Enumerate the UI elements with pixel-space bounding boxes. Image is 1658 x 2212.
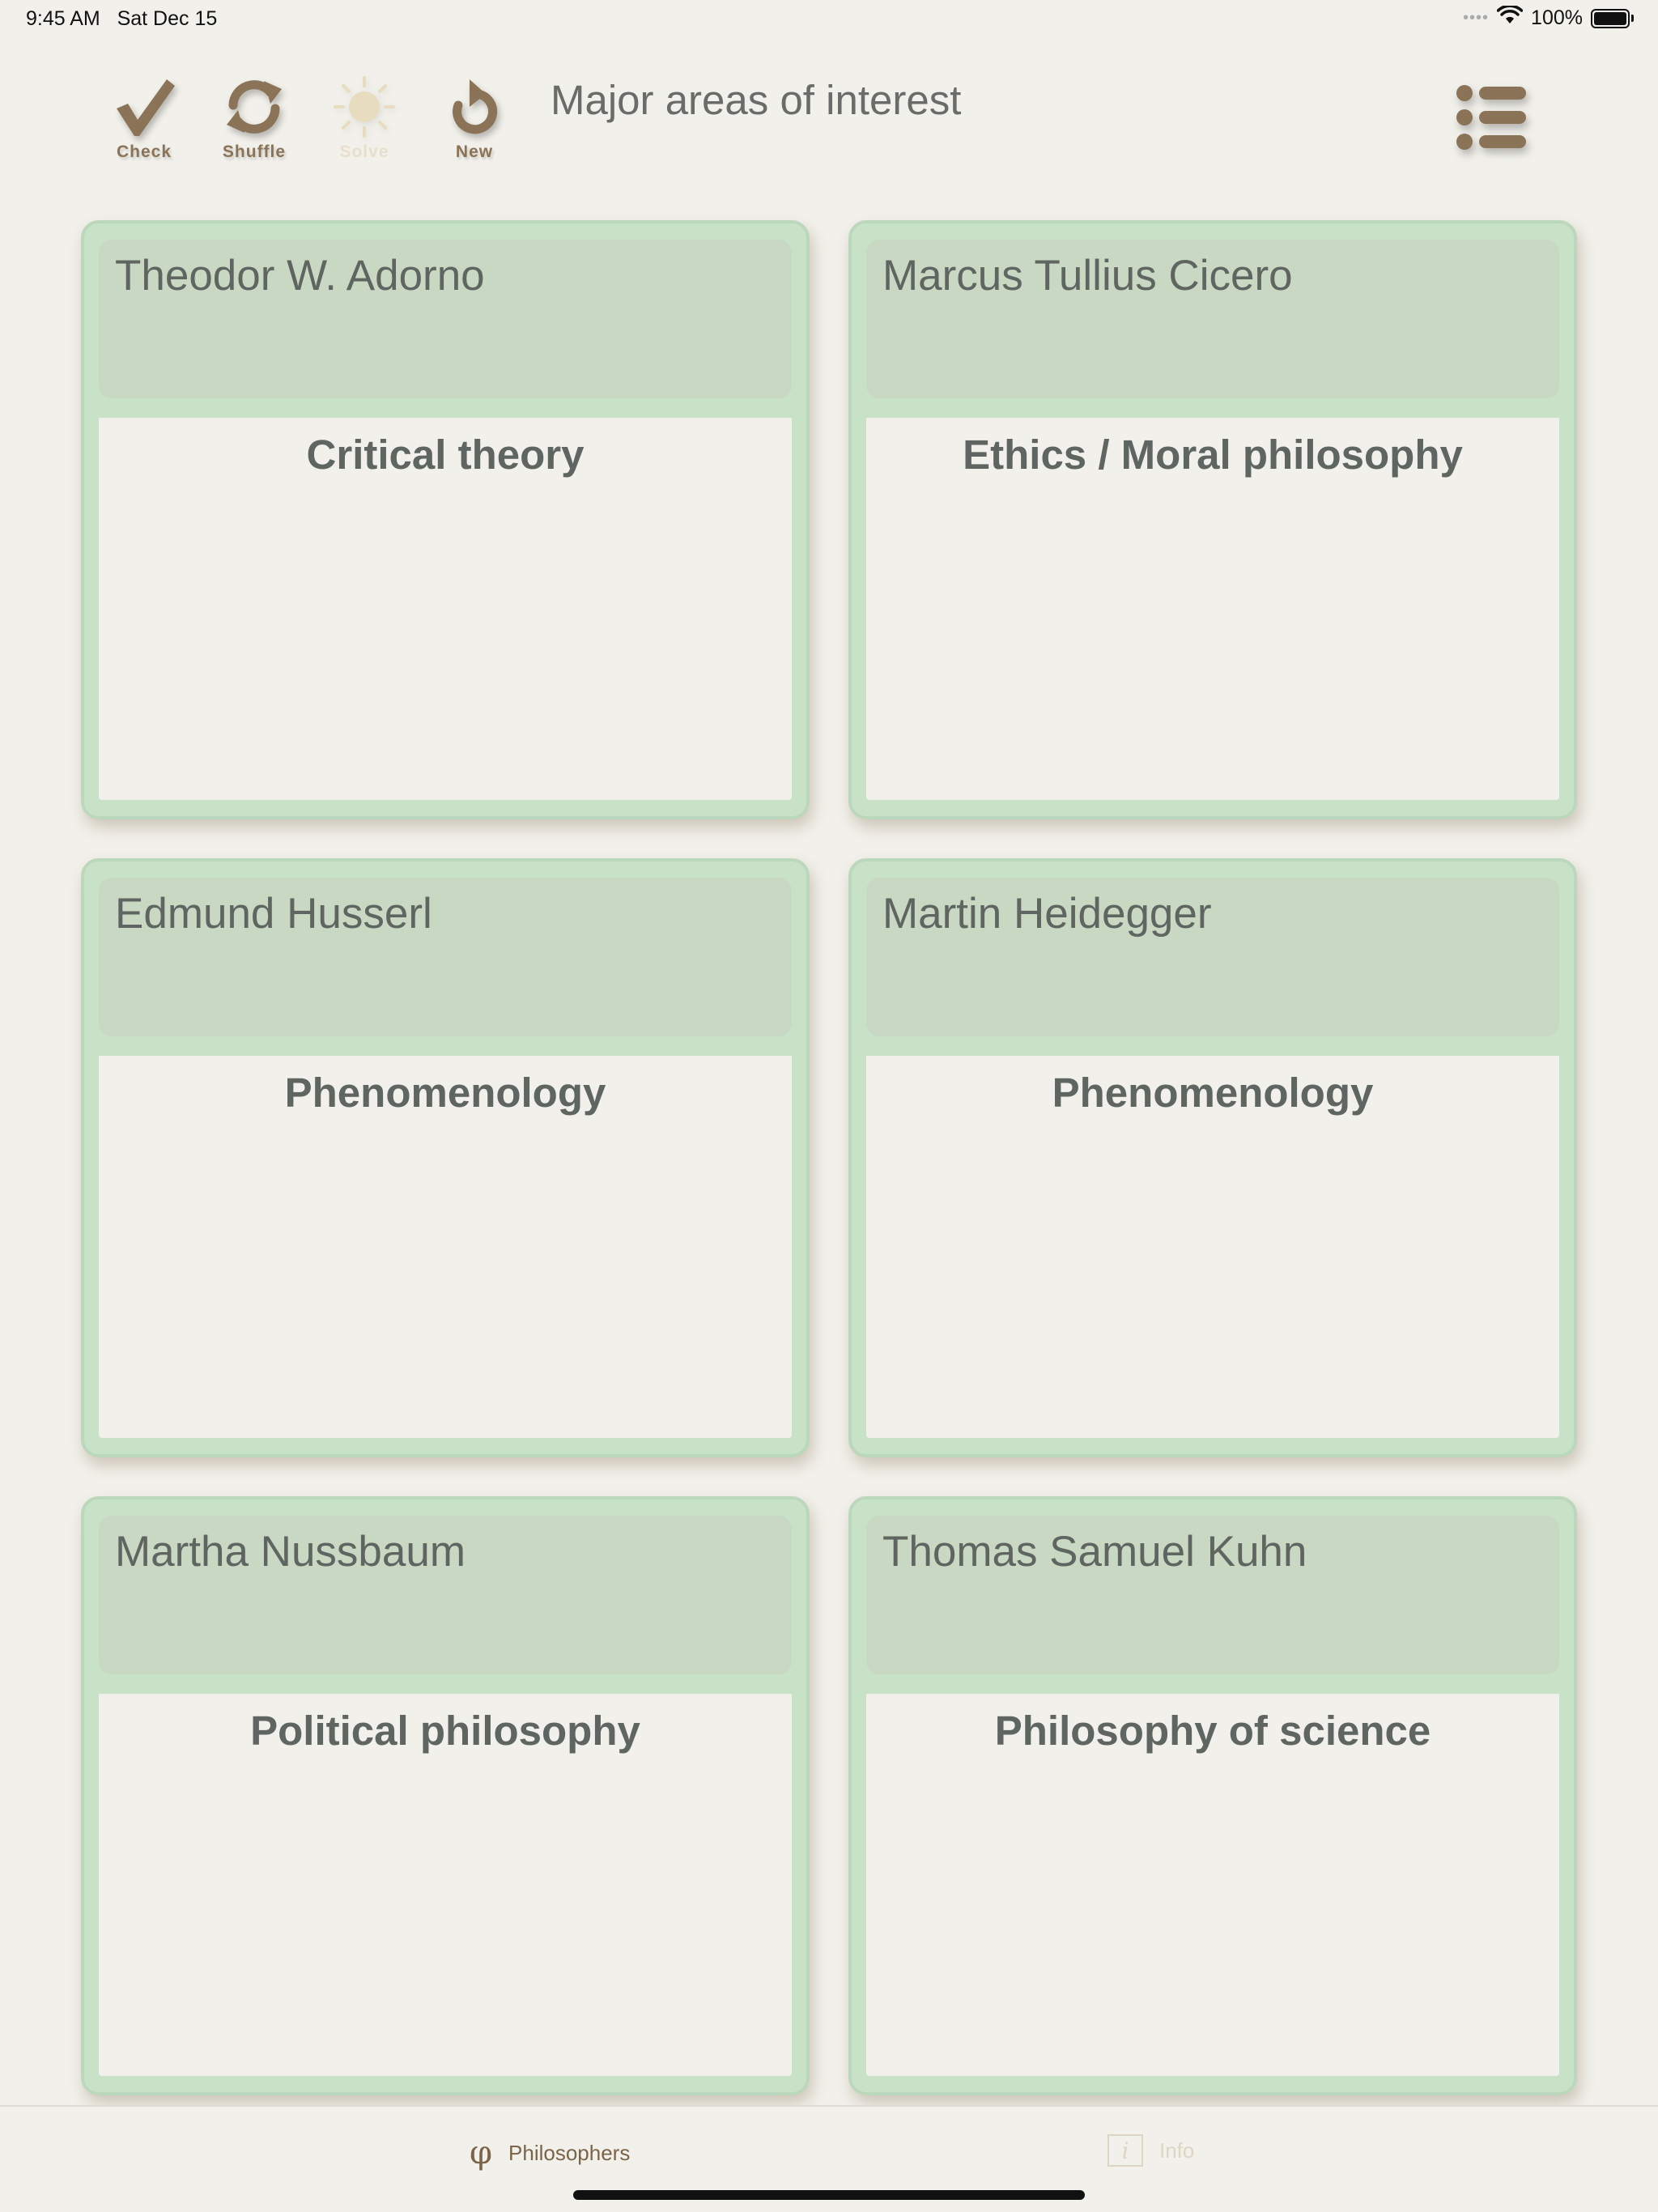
philosopher-name: Edmund Husserl: [115, 890, 432, 938]
card-header: Martha Nussbaum: [99, 1516, 792, 1674]
solve-button[interactable]: Solve: [316, 73, 413, 178]
check-label: Check: [116, 143, 172, 161]
philosopher-name: Theodor W. Adorno: [115, 252, 485, 300]
philosopher-name: Martha Nussbaum: [115, 1528, 466, 1576]
battery-icon: [1591, 8, 1630, 28]
shuffle-label: Shuffle: [222, 143, 287, 161]
checkmark-icon: [117, 79, 175, 136]
new-button[interactable]: New: [426, 73, 523, 178]
answer-drop-area[interactable]: Ethics / Moral philosophy: [866, 418, 1559, 800]
card-husserl[interactable]: Edmund Husserl Phenomenology: [81, 858, 810, 1457]
answer-drop-area[interactable]: Phenomenology: [866, 1056, 1559, 1438]
tab-philosophers-label: Philosophers: [508, 2140, 631, 2165]
sun-icon: [334, 76, 395, 138]
status-date: Sat Dec 15: [117, 7, 218, 30]
menu-button[interactable]: [1453, 79, 1531, 156]
card-header: Edmund Husserl: [99, 878, 792, 1036]
area-of-interest[interactable]: Phenomenology: [866, 1069, 1559, 1117]
tab-info-label: Info: [1159, 2138, 1195, 2163]
cellular-signal-icon: ••••: [1463, 9, 1490, 27]
card-nussbaum[interactable]: Martha Nussbaum Political philosophy: [81, 1496, 810, 2095]
status-indicators: •••• 100%: [1463, 4, 1634, 31]
card-kuhn[interactable]: Thomas Samuel Kuhn Philosophy of science: [848, 1496, 1577, 2095]
philosopher-name: Martin Heidegger: [882, 890, 1212, 938]
shuffle-arrows-icon: [227, 80, 282, 134]
answer-drop-area[interactable]: Critical theory: [99, 418, 792, 800]
page-title: Major areas of interest: [551, 77, 962, 123]
shuffle-button[interactable]: Shuffle: [206, 73, 303, 178]
status-time: 9:45 AM: [26, 7, 100, 30]
toolbar: Check Shuffle Solve New Major areas of i…: [0, 57, 1658, 178]
status-time-date: 9:45 AM Sat Dec 15: [26, 7, 217, 31]
card-cicero[interactable]: Marcus Tullius Cicero Ethics / Moral phi…: [848, 220, 1577, 819]
area-of-interest[interactable]: Critical theory: [99, 431, 792, 479]
card-header: Marcus Tullius Cicero: [866, 240, 1559, 398]
area-of-interest[interactable]: Political philosophy: [99, 1707, 792, 1755]
status-bar: 9:45 AM Sat Dec 15 •••• 100%: [0, 0, 1658, 39]
home-indicator[interactable]: [573, 2190, 1085, 2200]
tab-info[interactable]: i Info: [1107, 2134, 1194, 2167]
answer-drop-area[interactable]: Philosophy of science: [866, 1694, 1559, 2076]
card-adorno[interactable]: Theodor W. Adorno Critical theory: [81, 220, 810, 819]
answer-drop-area[interactable]: Phenomenology: [99, 1056, 792, 1438]
refresh-arrow-icon: [453, 79, 498, 134]
area-of-interest[interactable]: Ethics / Moral philosophy: [866, 431, 1559, 479]
wifi-icon: [1496, 4, 1524, 31]
check-button[interactable]: Check: [96, 73, 193, 178]
area-of-interest[interactable]: Philosophy of science: [866, 1707, 1559, 1755]
info-icon: i: [1107, 2134, 1143, 2167]
list-menu-icon: [1456, 85, 1526, 150]
answer-drop-area[interactable]: Political philosophy: [99, 1694, 792, 2076]
philosopher-name: Marcus Tullius Cicero: [882, 252, 1293, 300]
phi-icon: φ: [470, 2134, 493, 2172]
card-heidegger[interactable]: Martin Heidegger Phenomenology: [848, 858, 1577, 1457]
new-label: New: [455, 143, 494, 161]
battery-percent: 100%: [1531, 6, 1583, 29]
card-header: Theodor W. Adorno: [99, 240, 792, 398]
card-header: Martin Heidegger: [866, 878, 1559, 1036]
solve-label: Solve: [339, 143, 389, 161]
card-header: Thomas Samuel Kuhn: [866, 1516, 1559, 1674]
area-of-interest[interactable]: Phenomenology: [99, 1069, 792, 1117]
tab-philosophers[interactable]: φ Philosophers: [470, 2134, 630, 2172]
philosopher-name: Thomas Samuel Kuhn: [882, 1528, 1307, 1576]
